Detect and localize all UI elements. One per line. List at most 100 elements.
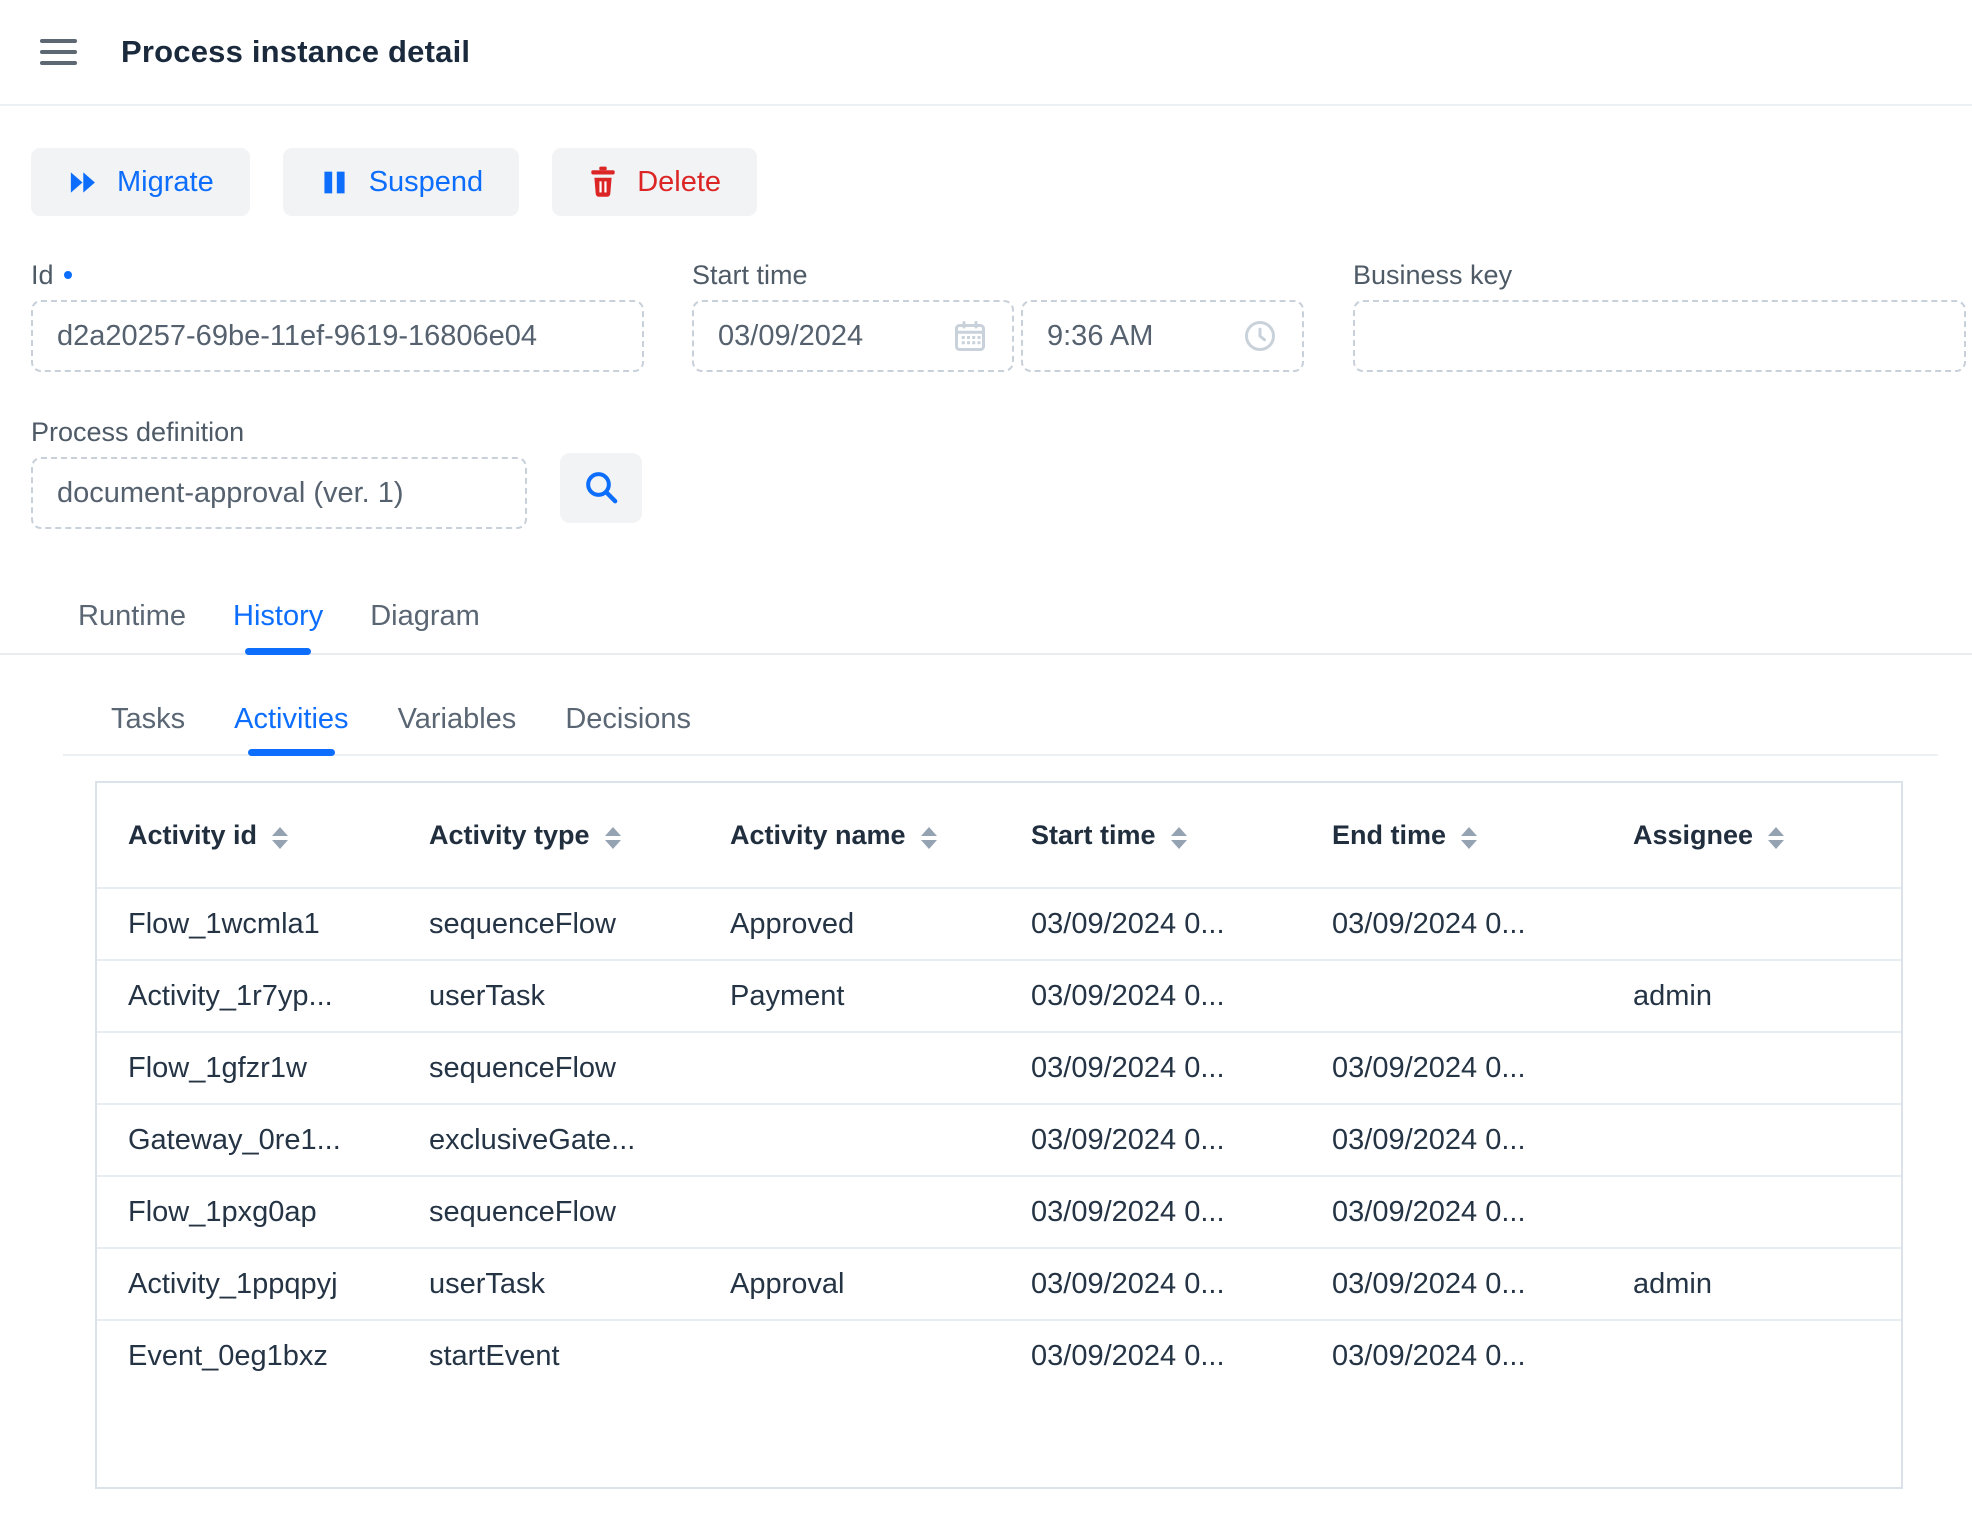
cell-assignee: admin bbox=[1633, 1267, 1712, 1300]
business-key-field-group: Business key bbox=[1353, 260, 1966, 372]
cell-activity-name: Payment bbox=[730, 979, 845, 1012]
table-row[interactable]: Flow_1wcmla1 sequenceFlow Approved 03/09… bbox=[97, 888, 1901, 960]
cell-assignee bbox=[1602, 1032, 1901, 1104]
cell-end-time: 03/09/2024 0... bbox=[1332, 1123, 1526, 1156]
cell-activity-id: Gateway_0re1... bbox=[128, 1123, 341, 1156]
cell-start-time: 03/09/2024 0... bbox=[1031, 907, 1225, 940]
start-time-input[interactable]: 9:36 AM bbox=[1021, 300, 1304, 372]
cell-activity-type: sequenceFlow bbox=[429, 907, 616, 940]
delete-button[interactable]: Delete bbox=[552, 148, 758, 216]
cell-end-time: 03/09/2024 0... bbox=[1332, 1051, 1526, 1084]
app-header: Process instance detail bbox=[0, 0, 1972, 106]
cell-activity-id: Flow_1gfzr1w bbox=[128, 1051, 307, 1084]
cell-assignee: admin bbox=[1633, 979, 1712, 1012]
column-header-activity-type[interactable]: Activity type bbox=[398, 783, 699, 888]
business-key-label: Business key bbox=[1353, 260, 1513, 290]
sort-arrows-icon[interactable] bbox=[272, 827, 289, 850]
sort-arrows-icon[interactable] bbox=[920, 827, 937, 850]
process-instance-form: Id d2a20257-69be-11ef-9619-16806e04 Star… bbox=[31, 260, 1972, 529]
table-row[interactable]: Flow_1pxg0ap sequenceFlow 03/09/2024 0..… bbox=[97, 1176, 1901, 1248]
process-definition-search-button[interactable] bbox=[560, 453, 642, 523]
cell-end-time: 03/09/2024 0... bbox=[1332, 907, 1526, 940]
cell-end-time bbox=[1301, 960, 1602, 1032]
subtab-decisions[interactable]: Decisions bbox=[565, 704, 691, 754]
cell-end-time: 03/09/2024 0... bbox=[1332, 1267, 1526, 1300]
trash-icon bbox=[588, 166, 618, 198]
table-row[interactable]: Activity_1ppqpyj userTask Approval 03/09… bbox=[97, 1248, 1901, 1320]
start-time-field-group: Start time 03/09/2024 9:36 AM bbox=[692, 260, 1304, 372]
cell-end-time: 03/09/2024 0... bbox=[1332, 1195, 1526, 1228]
cell-activity-name: Approval bbox=[730, 1267, 845, 1300]
table-row[interactable]: Flow_1gfzr1w sequenceFlow 03/09/2024 0..… bbox=[97, 1032, 1901, 1104]
cell-assignee bbox=[1602, 1320, 1901, 1392]
cell-start-time: 03/09/2024 0... bbox=[1031, 1123, 1225, 1156]
id-label: Id bbox=[31, 260, 644, 290]
pause-icon bbox=[319, 167, 350, 198]
activities-table: Activity id Activity type Activity name … bbox=[97, 783, 1901, 1392]
action-buttons: Migrate Suspend Delete bbox=[31, 148, 1972, 216]
calendar-icon[interactable] bbox=[952, 318, 988, 354]
text-fade-overlay bbox=[586, 302, 642, 370]
cell-activity-id: Flow_1wcmla1 bbox=[128, 907, 320, 940]
cell-activity-type: exclusiveGate... bbox=[429, 1123, 636, 1156]
tab-diagram[interactable]: Diagram bbox=[370, 601, 480, 653]
cell-assignee bbox=[1602, 888, 1901, 960]
cell-assignee bbox=[1602, 1176, 1901, 1248]
activities-table-card: Activity id Activity type Activity name … bbox=[95, 781, 1903, 1489]
main-tabs: Runtime History Diagram bbox=[0, 601, 1972, 655]
sort-arrows-icon[interactable] bbox=[1768, 827, 1785, 850]
process-definition-label: Process definition bbox=[31, 417, 245, 447]
column-header-activity-id[interactable]: Activity id bbox=[97, 783, 398, 888]
subtab-activities[interactable]: Activities bbox=[234, 704, 349, 756]
cell-start-time: 03/09/2024 0... bbox=[1031, 1267, 1225, 1300]
migrate-button[interactable]: Migrate bbox=[31, 148, 250, 216]
sort-arrows-icon[interactable] bbox=[604, 827, 621, 850]
cell-activity-id: Flow_1pxg0ap bbox=[128, 1195, 317, 1228]
subtab-tasks[interactable]: Tasks bbox=[111, 704, 185, 754]
start-date-input[interactable]: 03/09/2024 bbox=[692, 300, 1014, 372]
cell-activity-type: userTask bbox=[429, 979, 546, 1012]
process-definition-input[interactable]: document-approval (ver. 1) bbox=[31, 457, 527, 529]
required-dot bbox=[63, 271, 72, 279]
table-row[interactable]: Activity_1r7yp... userTask Payment 03/09… bbox=[97, 960, 1901, 1032]
table-header-row: Activity id Activity type Activity name … bbox=[97, 783, 1901, 888]
column-header-end-time[interactable]: End time bbox=[1301, 783, 1602, 888]
cell-activity-name bbox=[699, 1104, 1000, 1176]
migrate-button-label: Migrate bbox=[117, 165, 214, 198]
column-header-start-time[interactable]: Start time bbox=[1000, 783, 1301, 888]
cell-start-time: 03/09/2024 0... bbox=[1031, 979, 1225, 1012]
cell-start-time: 03/09/2024 0... bbox=[1031, 1051, 1225, 1084]
column-header-activity-name[interactable]: Activity name bbox=[699, 783, 1000, 888]
process-definition-field-group: Process definition document-approval (ve… bbox=[31, 417, 642, 529]
cell-activity-name bbox=[699, 1176, 1000, 1248]
cell-activity-type: userTask bbox=[429, 1267, 546, 1300]
business-key-input[interactable] bbox=[1353, 300, 1966, 372]
table-row[interactable]: Event_0eg1bxz startEvent 03/09/2024 0...… bbox=[97, 1320, 1901, 1392]
suspend-button[interactable]: Suspend bbox=[282, 148, 520, 216]
cell-end-time: 03/09/2024 0... bbox=[1332, 1340, 1526, 1372]
menu-icon[interactable] bbox=[40, 39, 77, 65]
id-input[interactable]: d2a20257-69be-11ef-9619-16806e04 bbox=[31, 300, 644, 372]
cell-activity-name bbox=[699, 1320, 1000, 1392]
column-header-assignee[interactable]: Assignee bbox=[1602, 783, 1901, 888]
tab-history[interactable]: History bbox=[233, 601, 323, 655]
cell-activity-id: Activity_1r7yp... bbox=[128, 979, 333, 1012]
id-field-group: Id d2a20257-69be-11ef-9619-16806e04 bbox=[31, 260, 644, 372]
sort-arrows-icon[interactable] bbox=[1170, 827, 1187, 850]
page-title: Process instance detail bbox=[121, 34, 471, 69]
cell-assignee bbox=[1602, 1104, 1901, 1176]
cell-activity-type: sequenceFlow bbox=[429, 1195, 616, 1228]
suspend-button-label: Suspend bbox=[368, 165, 484, 198]
clock-icon[interactable] bbox=[1242, 318, 1278, 354]
cell-start-time: 03/09/2024 0... bbox=[1031, 1195, 1225, 1228]
cell-activity-id: Event_0eg1bxz bbox=[128, 1340, 328, 1372]
fast-forward-icon bbox=[67, 167, 98, 198]
history-subtabs-bar: Tasks Activities Variables Decisions bbox=[63, 704, 1938, 756]
sort-arrows-icon[interactable] bbox=[1461, 827, 1478, 850]
delete-button-label: Delete bbox=[637, 165, 722, 198]
tab-runtime[interactable]: Runtime bbox=[78, 601, 186, 653]
cell-activity-name bbox=[699, 1032, 1000, 1104]
cell-activity-type: sequenceFlow bbox=[429, 1051, 616, 1084]
subtab-variables[interactable]: Variables bbox=[398, 704, 517, 754]
table-row[interactable]: Gateway_0re1... exclusiveGate... 03/09/2… bbox=[97, 1104, 1901, 1176]
